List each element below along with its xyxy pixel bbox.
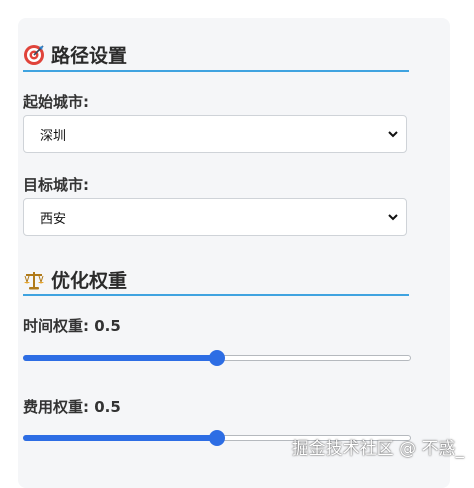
slider-thumb[interactable] — [209, 350, 225, 366]
slider-fill — [23, 355, 217, 361]
route-settings-heading: 路径设置 — [23, 41, 127, 68]
end-city-select[interactable]: 西安 — [23, 198, 407, 236]
target-icon — [23, 44, 45, 66]
chevron-down-icon — [386, 127, 400, 141]
watermark: 掘金技术社区 @ 不惑_ — [292, 434, 464, 459]
time-weight-slider[interactable] — [23, 350, 411, 366]
section-divider — [23, 70, 409, 72]
chevron-down-icon — [386, 210, 400, 224]
end-city-value: 西安 — [40, 208, 66, 227]
cost-weight-label: 费用权重: 0.5 — [23, 396, 121, 417]
section-divider — [23, 294, 409, 296]
optimization-weights-title: 优化权重 — [51, 266, 127, 293]
balance-scale-icon — [23, 269, 45, 291]
start-city-select[interactable]: 深圳 — [23, 115, 407, 153]
route-settings-title: 路径设置 — [51, 41, 127, 68]
optimization-weights-heading: 优化权重 — [23, 266, 127, 293]
start-city-value: 深圳 — [40, 125, 66, 144]
slider-thumb[interactable] — [209, 430, 225, 446]
settings-panel — [18, 18, 450, 488]
time-weight-label: 时间权重: 0.5 — [23, 315, 121, 336]
end-city-label: 目标城市: — [23, 174, 89, 195]
start-city-label: 起始城市: — [23, 91, 89, 112]
slider-fill — [23, 435, 217, 441]
